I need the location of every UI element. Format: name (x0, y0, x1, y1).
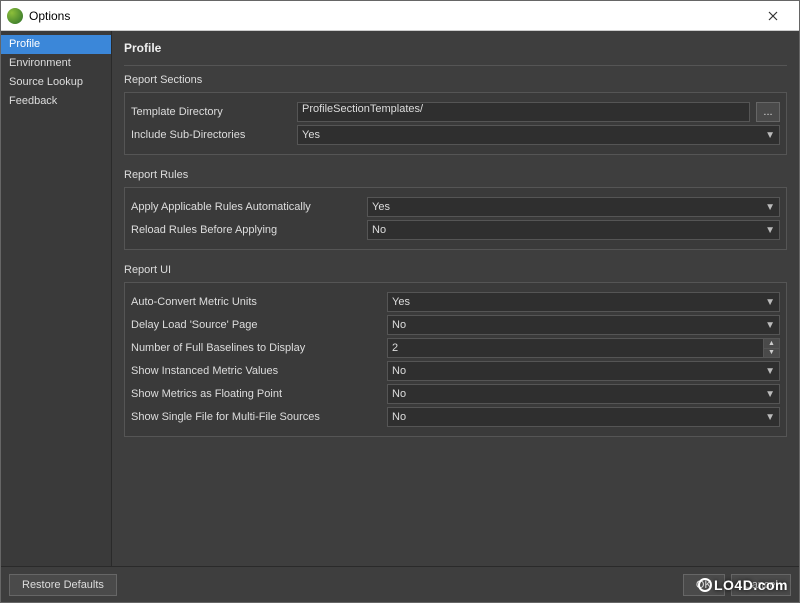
auto-convert-label: Auto-Convert Metric Units (131, 296, 381, 308)
ok-button[interactable]: OK (683, 574, 725, 596)
sidebar-item-label: Source Lookup (9, 76, 83, 88)
page-title: Profile (124, 37, 787, 66)
sidebar-item-label: Profile (9, 38, 40, 50)
group-report-ui: Report UI Auto-Convert Metric Units Yes … (124, 264, 787, 437)
chevron-down-icon: ▼ (765, 297, 775, 308)
chevron-down-icon: ▼ (765, 320, 775, 331)
footer: Restore Defaults OK Cancel (1, 566, 799, 602)
show-float-label: Show Metrics as Floating Point (131, 388, 381, 400)
apply-auto-label: Apply Applicable Rules Automatically (131, 201, 361, 213)
titlebar: Options (1, 1, 799, 31)
chevron-down-icon: ▼ (765, 202, 775, 213)
group-title: Report UI (124, 264, 787, 276)
apply-auto-select[interactable]: Yes ▼ (367, 197, 780, 217)
auto-convert-select[interactable]: Yes ▼ (387, 292, 780, 312)
group-report-sections: Report Sections Template Directory Profi… (124, 74, 787, 155)
sidebar-item-source-lookup[interactable]: Source Lookup (1, 73, 111, 92)
app-icon (7, 8, 23, 24)
spinner-down-icon[interactable]: ▼ (763, 349, 779, 358)
reload-before-select[interactable]: No ▼ (367, 220, 780, 240)
options-window: Options Profile Environment Source Looku… (0, 0, 800, 603)
delay-load-select[interactable]: No ▼ (387, 315, 780, 335)
baselines-spinner[interactable]: 2 ▲ ▼ (387, 338, 780, 358)
content-panel: Profile Report Sections Template Directo… (111, 31, 799, 566)
sidebar-item-profile[interactable]: Profile (1, 35, 111, 54)
group-report-rules: Report Rules Apply Applicable Rules Auto… (124, 169, 787, 250)
show-instanced-label: Show Instanced Metric Values (131, 365, 381, 377)
spinner-up-icon[interactable]: ▲ (763, 339, 779, 349)
chevron-down-icon: ▼ (765, 225, 775, 236)
template-directory-input[interactable]: ProfileSectionTemplates/ (297, 102, 750, 122)
sidebar-item-label: Feedback (9, 95, 57, 107)
group-title: Report Rules (124, 169, 787, 181)
delay-load-label: Delay Load 'Source' Page (131, 319, 381, 331)
sidebar-item-label: Environment (9, 57, 71, 69)
close-icon (768, 11, 778, 21)
browse-button[interactable]: ... (756, 102, 780, 122)
restore-defaults-button[interactable]: Restore Defaults (9, 574, 117, 596)
show-instanced-select[interactable]: No ▼ (387, 361, 780, 381)
include-sub-select[interactable]: Yes ▼ (297, 125, 780, 145)
template-directory-label: Template Directory (131, 106, 291, 118)
show-single-file-select[interactable]: No ▼ (387, 407, 780, 427)
show-float-select[interactable]: No ▼ (387, 384, 780, 404)
include-sub-label: Include Sub-Directories (131, 129, 291, 141)
chevron-down-icon: ▼ (765, 366, 775, 377)
baselines-label: Number of Full Baselines to Display (131, 342, 381, 354)
sidebar-item-environment[interactable]: Environment (1, 54, 111, 73)
close-button[interactable] (753, 2, 793, 30)
chevron-down-icon: ▼ (765, 130, 775, 141)
group-title: Report Sections (124, 74, 787, 86)
show-single-file-label: Show Single File for Multi-File Sources (131, 411, 381, 423)
cancel-button[interactable]: Cancel (731, 574, 791, 596)
chevron-down-icon: ▼ (765, 412, 775, 423)
sidebar: Profile Environment Source Lookup Feedba… (1, 31, 111, 566)
reload-before-label: Reload Rules Before Applying (131, 224, 361, 236)
window-title: Options (29, 9, 70, 23)
chevron-down-icon: ▼ (765, 389, 775, 400)
sidebar-item-feedback[interactable]: Feedback (1, 92, 111, 111)
